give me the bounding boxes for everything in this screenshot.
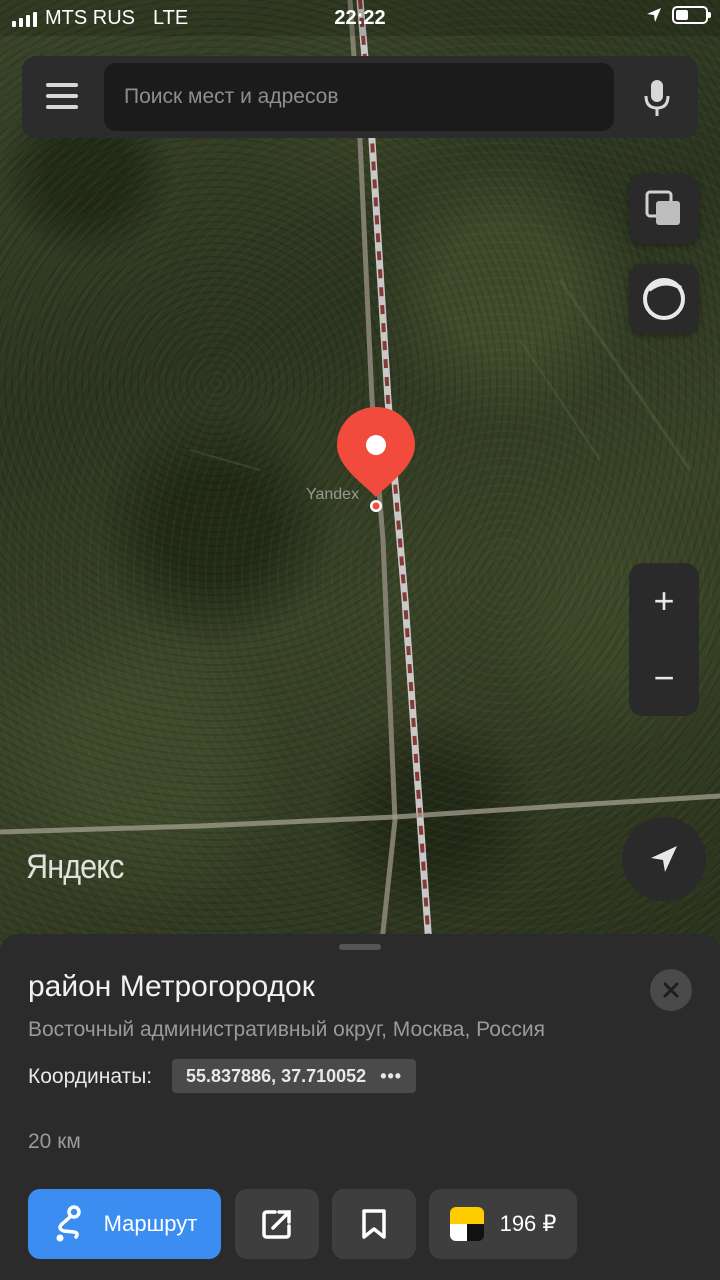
panorama-button[interactable] — [629, 264, 699, 334]
taxi-button[interactable]: 196 ₽ — [429, 1189, 577, 1259]
bookmark-button[interactable] — [332, 1189, 416, 1259]
more-icon: ••• — [380, 1065, 403, 1086]
microphone-icon[interactable] — [642, 78, 672, 118]
place-title: район Метрогородок — [28, 970, 315, 1003]
search-input[interactable] — [104, 63, 614, 131]
route-icon — [56, 1205, 81, 1242]
sheet-grabber[interactable] — [339, 944, 381, 950]
taxi-price: 196 ₽ — [499, 1211, 557, 1236]
layers-icon — [645, 190, 680, 225]
layers-button[interactable] — [629, 174, 699, 244]
zoom-in-button[interactable]: + — [629, 563, 699, 639]
zoom-out-button[interactable]: − — [629, 640, 699, 716]
share-button[interactable] — [235, 1189, 319, 1259]
my-location-button[interactable] — [622, 817, 706, 901]
battery-icon — [672, 6, 711, 24]
location-arrow-icon — [647, 8, 661, 22]
coordinates-chip[interactable]: 55.837886, 37.710052 ••• — [172, 1059, 417, 1093]
yandex-logo: Яндекс — [26, 848, 124, 886]
close-icon — [663, 982, 679, 998]
search-bar — [22, 56, 698, 138]
navigation-arrow-icon — [651, 846, 677, 872]
place-card: район Метрогородок Восточный администрат… — [0, 934, 720, 1280]
route-button[interactable]: Маршрут — [28, 1189, 221, 1259]
clock: 22:22 — [334, 7, 386, 29]
panorama-icon — [643, 278, 685, 320]
zoom-controls: + − — [629, 563, 699, 716]
distance: 20 км — [28, 1130, 81, 1153]
bookmark-icon — [362, 1209, 386, 1239]
status-bar: MTS RUS LTE 22:22 — [0, 0, 720, 36]
share-icon — [262, 1210, 291, 1239]
location-pin-icon[interactable] — [335, 405, 417, 515]
menu-icon[interactable] — [46, 83, 78, 111]
close-button[interactable] — [650, 969, 692, 1011]
route-label: Маршрут — [103, 1211, 198, 1236]
coordinates-value: 55.837886, 37.710052 — [186, 1065, 367, 1086]
coordinates-label: Координаты: — [28, 1065, 153, 1088]
yandex-taxi-icon — [449, 1207, 484, 1241]
place-address: Восточный административный округ, Москва… — [28, 1018, 545, 1041]
